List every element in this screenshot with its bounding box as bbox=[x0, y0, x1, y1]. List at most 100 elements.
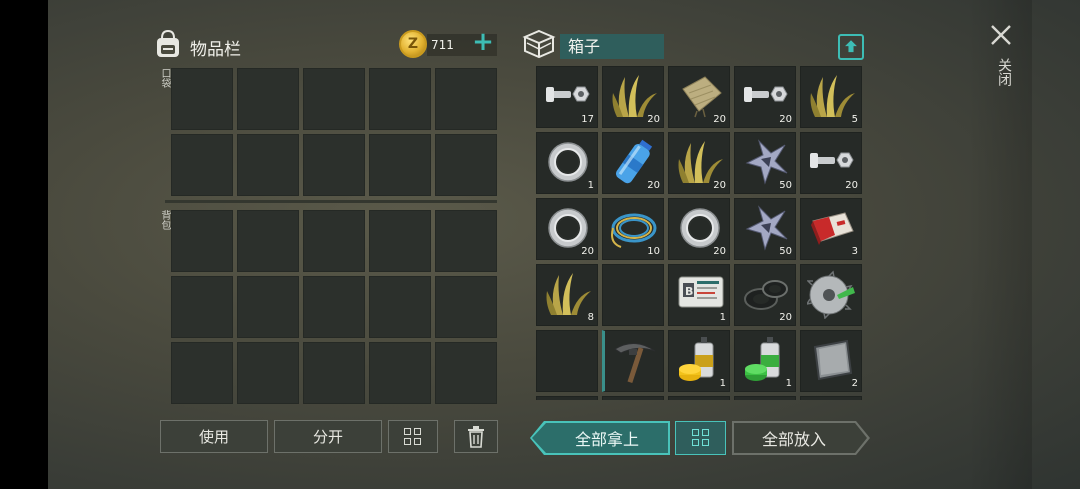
container-slot[interactable]: 20 bbox=[734, 66, 796, 128]
item-quantity: 50 bbox=[779, 180, 792, 191]
container-slot[interactable]: 50 bbox=[734, 132, 796, 194]
add-coins-button[interactable]: + bbox=[470, 29, 496, 56]
pocket-slot[interactable] bbox=[171, 134, 233, 196]
container-slot[interactable] bbox=[800, 396, 862, 400]
container-slot[interactable]: 20 bbox=[536, 198, 598, 260]
container-slot[interactable]: 10 bbox=[602, 198, 664, 260]
item-quantity: 8 bbox=[587, 312, 594, 323]
item-quantity: 3 bbox=[851, 246, 858, 257]
container-slot[interactable]: 5 bbox=[800, 66, 862, 128]
use-button[interactable]: 使用 bbox=[160, 420, 268, 453]
bag-slot[interactable] bbox=[435, 276, 497, 338]
bag-slot[interactable] bbox=[237, 342, 299, 404]
take-all-button[interactable]: 全部拿上 bbox=[530, 421, 670, 455]
spray-can-green-icon bbox=[745, 337, 780, 381]
container-slot[interactable]: 20 bbox=[668, 198, 730, 260]
bag-slot[interactable] bbox=[303, 276, 365, 338]
container-grid-viewport[interactable]: 17 20 20 20 5 1 20 20 50 20 20 10 20 50 3 8 B 1 20 1 1 2 bbox=[536, 66, 864, 400]
inventory-title: 物品栏 bbox=[190, 40, 241, 60]
close-icon bbox=[991, 25, 1011, 45]
container-slot[interactable]: 20 bbox=[602, 66, 664, 128]
item-quantity: 10 bbox=[647, 246, 660, 257]
pickaxe-icon bbox=[614, 343, 656, 384]
backpack-icon bbox=[157, 29, 179, 57]
bag-slot[interactable] bbox=[369, 210, 431, 272]
pocket-slot[interactable] bbox=[237, 68, 299, 130]
close-label: 关闭 bbox=[996, 58, 1012, 86]
item-quantity: 1 bbox=[719, 378, 726, 389]
upload-icon[interactable] bbox=[838, 34, 864, 60]
bag-slot[interactable] bbox=[171, 276, 233, 338]
container-slot[interactable]: 2 bbox=[800, 330, 862, 392]
item-quantity: 20 bbox=[845, 180, 858, 191]
item-quantity: 20 bbox=[581, 246, 594, 257]
container-slot[interactable]: 1 bbox=[668, 330, 730, 392]
item-quantity: 20 bbox=[647, 180, 660, 191]
take-all-label: 全部拿上 bbox=[574, 430, 639, 449]
coin-amount: 711 bbox=[431, 38, 454, 52]
container-slot[interactable] bbox=[602, 330, 664, 392]
container-slot[interactable]: 50 bbox=[734, 198, 796, 260]
container-slot[interactable]: 20 bbox=[602, 132, 664, 194]
container-slot[interactable] bbox=[668, 396, 730, 400]
container-slot[interactable]: 8 bbox=[536, 264, 598, 326]
pocket-slot[interactable] bbox=[237, 134, 299, 196]
container-slot[interactable]: 3 bbox=[800, 198, 862, 260]
put-all-label: 全部放入 bbox=[761, 430, 826, 449]
bag-label: 背包 bbox=[159, 210, 170, 230]
svg-text:B: B bbox=[685, 285, 693, 298]
plant-fiber-icon bbox=[810, 75, 855, 117]
pocket-slot[interactable] bbox=[303, 134, 365, 196]
grid-sort-icon bbox=[691, 429, 710, 447]
container-slot[interactable]: 20 bbox=[668, 66, 730, 128]
item-quantity: 20 bbox=[713, 180, 726, 191]
pocket-slot[interactable] bbox=[435, 68, 497, 130]
pocket-label: 口袋 bbox=[159, 68, 170, 88]
grid-sort-icon bbox=[404, 427, 422, 446]
container-slot[interactable]: 17 bbox=[536, 66, 598, 128]
container-slot[interactable]: 1 bbox=[734, 330, 796, 392]
bag-slot[interactable] bbox=[171, 342, 233, 404]
container-slot[interactable]: 20 bbox=[800, 132, 862, 194]
bag-slot[interactable] bbox=[369, 276, 431, 338]
container-slot[interactable] bbox=[800, 264, 862, 326]
item-quantity: 1 bbox=[785, 378, 792, 389]
pocket-slot[interactable] bbox=[435, 134, 497, 196]
put-all-button[interactable]: 全部放入 bbox=[732, 421, 870, 455]
pocket-slot[interactable] bbox=[369, 68, 431, 130]
container-slot[interactable] bbox=[602, 396, 664, 400]
container-slot[interactable]: B1 bbox=[668, 264, 730, 326]
bag-slot[interactable] bbox=[369, 342, 431, 404]
sort-container-button[interactable] bbox=[675, 421, 726, 455]
container-slot[interactable] bbox=[536, 330, 598, 392]
trash-button[interactable] bbox=[454, 420, 498, 453]
container-slot[interactable]: 20 bbox=[734, 264, 796, 326]
container-slot[interactable]: 1 bbox=[536, 132, 598, 194]
bag-slot[interactable] bbox=[237, 210, 299, 272]
split-button[interactable]: 分开 bbox=[274, 420, 382, 453]
pocket-slot[interactable] bbox=[171, 68, 233, 130]
bag-slot[interactable] bbox=[171, 210, 233, 272]
item-quantity: 1 bbox=[587, 180, 594, 191]
coin-icon: Z bbox=[399, 30, 427, 58]
container-slot[interactable] bbox=[602, 264, 664, 326]
bag-slot[interactable] bbox=[435, 210, 497, 272]
container-slot[interactable]: 20 bbox=[668, 132, 730, 194]
sort-inventory-button[interactable] bbox=[388, 420, 438, 453]
id-card-icon: B bbox=[678, 276, 724, 308]
pocket-grid bbox=[171, 68, 497, 196]
bag-slot[interactable] bbox=[303, 210, 365, 272]
bag-slot[interactable] bbox=[435, 342, 497, 404]
item-quantity: 20 bbox=[713, 246, 726, 257]
container-slot[interactable] bbox=[734, 396, 796, 400]
item-quantity: 1 bbox=[719, 312, 726, 323]
bag-slot[interactable] bbox=[237, 276, 299, 338]
inventory-divider bbox=[165, 200, 497, 203]
pocket-slot[interactable] bbox=[369, 134, 431, 196]
close-button[interactable]: 关闭 bbox=[986, 20, 1016, 100]
container-slot[interactable] bbox=[536, 396, 598, 400]
pocket-slot[interactable] bbox=[303, 68, 365, 130]
game-screen: 物品栏 Z 711 + 口袋 背包 使用 分开 箱子 17 20 20 20 5… bbox=[0, 0, 1080, 489]
bag-slot[interactable] bbox=[303, 342, 365, 404]
saw-blade-icon bbox=[807, 270, 855, 319]
